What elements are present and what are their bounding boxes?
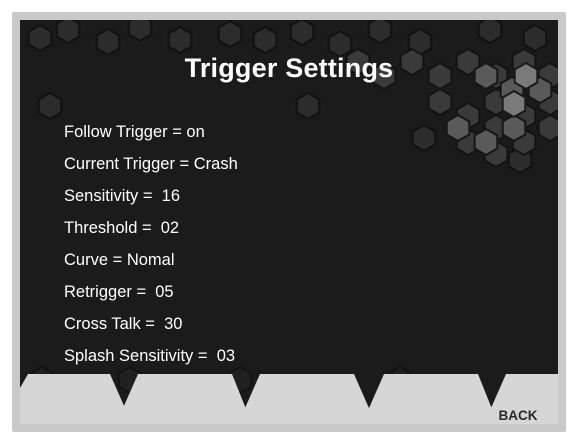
back-button[interactable]: BACK — [490, 408, 546, 423]
softkey-3-button[interactable] — [250, 370, 374, 424]
softkey-1-button[interactable] — [20, 370, 130, 424]
softkey-2-button[interactable] — [130, 370, 250, 424]
setting-current-trigger: Current Trigger = Crash — [64, 155, 238, 173]
setting-splash-sensitivity: Splash Sensitivity = 03 — [64, 347, 236, 365]
lcd-screen: Trigger Settings Follow Trigger = on Cur… — [20, 20, 558, 424]
setting-cross-talk: Cross Talk = 30 — [64, 315, 183, 333]
settings-list: Follow Trigger = on Current Trigger = Cr… — [64, 116, 238, 372]
page-title: Trigger Settings — [184, 53, 394, 83]
setting-curve: Curve = Nomal — [64, 251, 175, 269]
softkey-4-button[interactable] — [374, 370, 494, 424]
device-bezel: Trigger Settings Follow Trigger = on Cur… — [12, 12, 566, 432]
setting-follow-trigger: Follow Trigger = on — [64, 123, 205, 141]
setting-sensitivity: Sensitivity = 16 — [64, 187, 181, 205]
setting-retrigger: Retrigger = 05 — [64, 283, 174, 301]
setting-threshold: Threshold = 02 — [64, 219, 180, 237]
